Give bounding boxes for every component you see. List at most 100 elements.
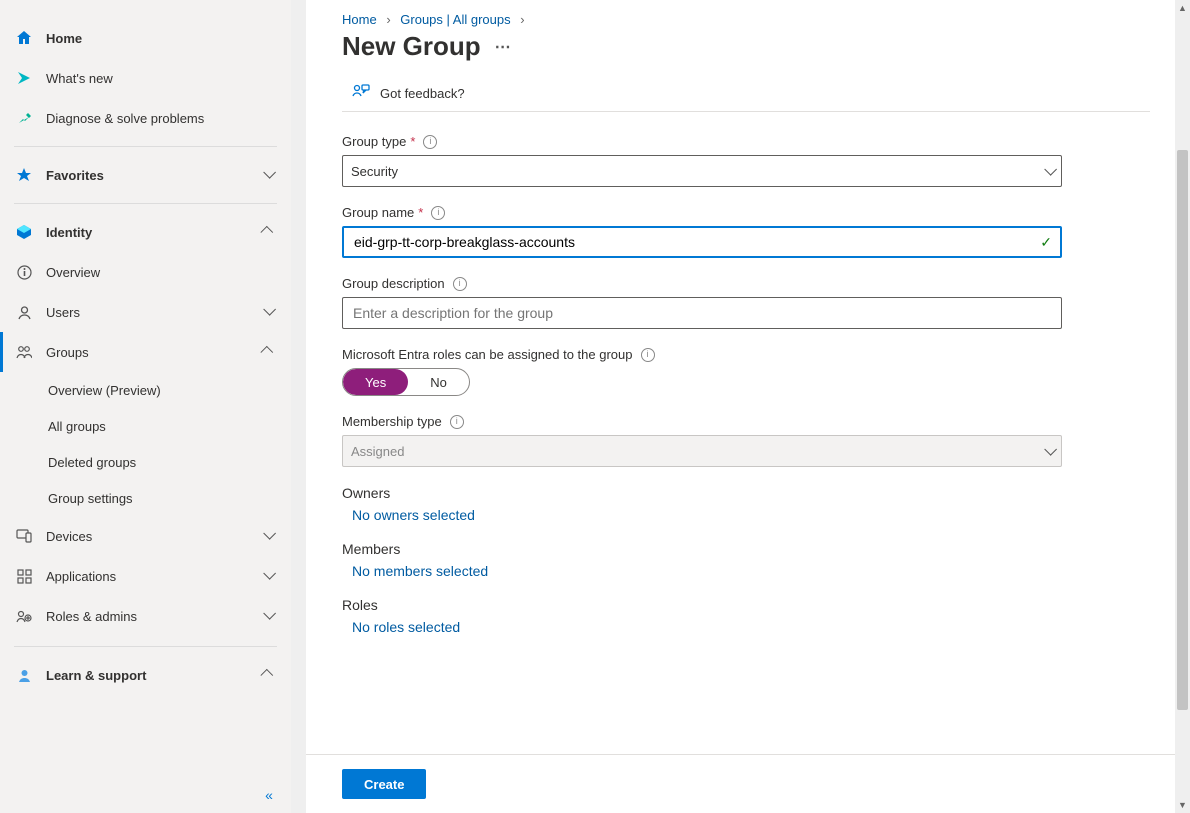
group-name-input-wrapper: ✓	[342, 226, 1062, 258]
scroll-down-icon[interactable]: ▼	[1175, 797, 1190, 813]
sidebar-identity-groups[interactable]: Groups	[0, 332, 291, 372]
sidebar-groups-group-settings[interactable]: Group settings	[0, 480, 291, 516]
user-icon	[14, 305, 34, 320]
sidebar-groups-overview-preview[interactable]: Overview (Preview)	[0, 372, 291, 408]
sidebar-identity[interactable]: Identity	[0, 212, 291, 252]
learn-icon	[14, 668, 34, 683]
chevron-down-icon	[257, 168, 277, 182]
feedback-icon	[352, 84, 370, 103]
group-description-label: Group description i	[342, 276, 1150, 291]
label-text: Group name	[342, 205, 414, 220]
identity-icon	[14, 225, 34, 239]
label-text: Microsoft Entra roles can be assigned to…	[342, 347, 633, 362]
membership-type-select: Assigned	[342, 435, 1062, 467]
sidebar-label: Groups	[46, 345, 257, 360]
scroll-up-icon[interactable]: ▲	[1175, 0, 1190, 16]
devices-icon	[14, 529, 34, 543]
roles-assignable-toggle[interactable]: Yes No	[342, 368, 470, 396]
roles-icon	[14, 609, 34, 624]
roles-link[interactable]: No roles selected	[342, 619, 1150, 635]
required-marker: *	[418, 205, 423, 220]
chevron-down-icon	[257, 305, 277, 319]
group-name-label: Group name * i	[342, 205, 1150, 220]
members-link[interactable]: No members selected	[342, 563, 1150, 579]
sidebar-identity-applications[interactable]: Applications	[0, 556, 291, 596]
toggle-yes[interactable]: Yes	[343, 369, 408, 395]
chevron-up-icon	[257, 668, 277, 682]
feedback-bar[interactable]: Got feedback?	[342, 76, 1150, 112]
sidebar-label: Group settings	[48, 491, 133, 506]
label-text: Group type	[342, 134, 406, 149]
chevron-down-icon	[1044, 164, 1053, 179]
sidebar-label: Identity	[46, 225, 257, 240]
star-icon	[14, 167, 34, 183]
sidebar-label: Applications	[46, 569, 257, 584]
roles-heading: Roles	[342, 597, 1150, 613]
scrollbar-thumb[interactable]	[1177, 150, 1188, 710]
chevron-right-icon: ›	[520, 12, 524, 27]
valid-check-icon: ✓	[1040, 234, 1052, 251]
sidebar-identity-devices[interactable]: Devices	[0, 516, 291, 556]
info-icon[interactable]: i	[450, 415, 464, 429]
sidebar-label: Learn & support	[46, 668, 257, 683]
owners-link[interactable]: No owners selected	[342, 507, 1150, 523]
sidebar-whatsnew[interactable]: What's new	[0, 58, 291, 98]
chevron-right-icon: ›	[386, 12, 390, 27]
sidebar-identity-overview[interactable]: Overview	[0, 252, 291, 292]
divider	[14, 203, 277, 204]
membership-type-label: Membership type i	[342, 414, 1150, 429]
info-icon[interactable]: i	[431, 206, 445, 220]
chevron-down-icon	[1044, 444, 1053, 459]
group-description-input-wrapper	[342, 297, 1062, 329]
select-value: Assigned	[351, 444, 404, 459]
main-panel: Home › Groups | All groups › New Group ⋯…	[306, 0, 1190, 813]
whatsnew-icon	[14, 70, 34, 86]
divider	[14, 646, 277, 647]
divider	[14, 146, 277, 147]
feedback-label: Got feedback?	[380, 86, 465, 101]
home-icon	[14, 30, 34, 46]
label-text: Group description	[342, 276, 445, 291]
members-heading: Members	[342, 541, 1150, 557]
breadcrumb-groups[interactable]: Groups | All groups	[400, 12, 510, 27]
chevron-down-icon	[257, 609, 277, 623]
sidebar-groups-all-groups[interactable]: All groups	[0, 408, 291, 444]
sidebar-label: Overview	[46, 265, 277, 280]
sidebar-label: Home	[46, 31, 277, 46]
sidebar-identity-roles-admins[interactable]: Roles & admins	[0, 596, 291, 636]
chevron-up-icon	[257, 345, 277, 359]
info-icon[interactable]: i	[453, 277, 467, 291]
sidebar-label: Overview (Preview)	[48, 383, 161, 398]
sidebar-collapse-button[interactable]: «	[257, 783, 281, 807]
sidebar-label: Diagnose & solve problems	[46, 111, 277, 126]
create-button[interactable]: Create	[342, 769, 426, 799]
sidebar-label: Deleted groups	[48, 455, 136, 470]
sidebar-favorites[interactable]: Favorites	[0, 155, 291, 195]
main-scrollbar[interactable]: ▲ ▼	[1175, 0, 1190, 813]
group-name-input[interactable]	[352, 233, 1040, 251]
sidebar-learn-support[interactable]: Learn & support	[0, 655, 291, 695]
sidebar-diagnose[interactable]: Diagnose & solve problems	[0, 98, 291, 138]
sidebar-label: Users	[46, 305, 257, 320]
sidebar-label: Favorites	[46, 168, 257, 183]
label-text: Membership type	[342, 414, 442, 429]
applications-icon	[14, 569, 34, 584]
group-type-select[interactable]: Security	[342, 155, 1062, 187]
info-icon[interactable]: i	[423, 135, 437, 149]
diagnose-icon	[14, 110, 34, 126]
required-marker: *	[410, 134, 415, 149]
breadcrumb: Home › Groups | All groups ›	[342, 12, 1150, 27]
group-icon	[14, 345, 34, 360]
sidebar-label: Roles & admins	[46, 609, 257, 624]
sidebar-groups-deleted-groups[interactable]: Deleted groups	[0, 444, 291, 480]
toggle-no[interactable]: No	[408, 369, 469, 395]
info-icon[interactable]: i	[641, 348, 655, 362]
more-actions-button[interactable]: ⋯	[495, 37, 511, 57]
sidebar-home[interactable]: Home	[0, 18, 291, 58]
page-title: New Group ⋯	[342, 31, 1150, 62]
owners-heading: Owners	[342, 485, 1150, 501]
footer: Create	[306, 754, 1190, 813]
sidebar-identity-users[interactable]: Users	[0, 292, 291, 332]
group-description-input[interactable]	[351, 304, 1053, 322]
breadcrumb-home[interactable]: Home	[342, 12, 377, 27]
